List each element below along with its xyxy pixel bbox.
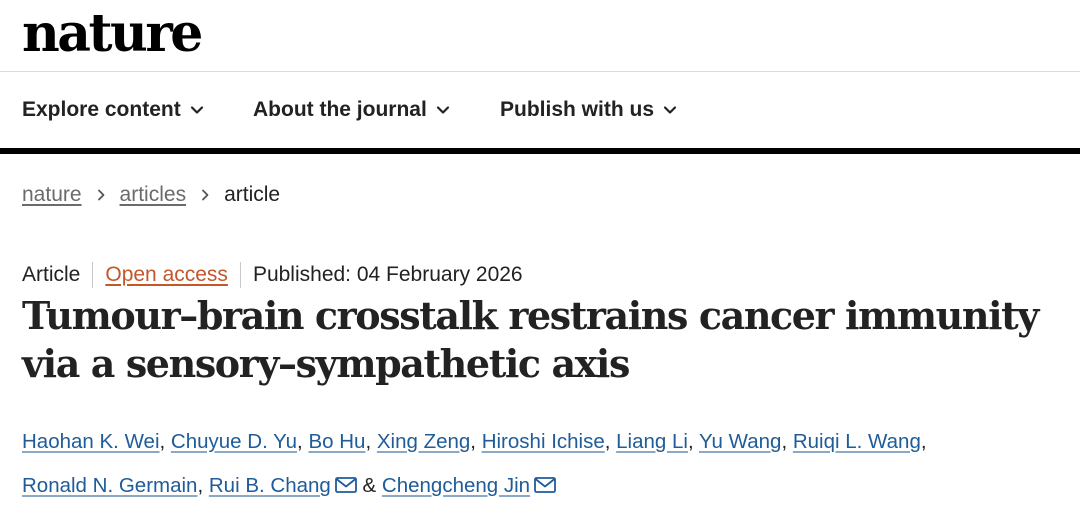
nav-item-label: About the journal [253, 98, 427, 121]
author-link[interactable]: Chuyue D. Yu [171, 430, 297, 453]
author-separator: , [687, 430, 694, 453]
author-separator: , [920, 430, 927, 453]
author-link[interactable]: Chengcheng Jin [382, 474, 530, 497]
chevron-right-icon [202, 189, 209, 201]
author-link[interactable]: Ruiqi L. Wang [793, 430, 921, 453]
chevron-down-icon [436, 106, 449, 114]
author-link[interactable]: Liang Li [616, 430, 688, 453]
author-link[interactable]: Bo Hu [308, 430, 365, 453]
chevron-down-icon [663, 106, 677, 114]
mail-icon[interactable] [534, 477, 556, 493]
author-separator: , [781, 430, 788, 453]
nav-item-label: Explore content [22, 98, 181, 121]
breadcrumb-link-articles[interactable]: articles [120, 183, 187, 207]
nav-explore-content[interactable]: Explore content [22, 98, 204, 122]
nav-divider [0, 148, 1080, 154]
meta-divider [239, 262, 241, 288]
author-link[interactable]: Xing Zeng [377, 430, 470, 453]
published-date: Published: 04 February 2026 [252, 263, 523, 286]
site-header: nature [0, 0, 1080, 72]
author-separator: , [297, 430, 303, 453]
breadcrumb-link-nature[interactable]: nature [22, 183, 82, 207]
nav-item-label: Publish with us [500, 98, 655, 121]
article-type: Article [22, 263, 81, 286]
meta-divider [92, 262, 94, 288]
main-nav: Explore content About the journal Publis… [0, 72, 1080, 148]
author-link[interactable]: Haohan K. Wei [22, 430, 160, 453]
author-link[interactable]: Rui B. Chang [209, 474, 331, 497]
author-separator: , [365, 430, 372, 453]
author-link[interactable]: Yu Wang [699, 430, 781, 453]
chevron-right-icon [97, 189, 104, 201]
nature-logo[interactable]: nature [22, 2, 203, 66]
article-title: Tumour–brain crosstalk restrains cancer … [22, 293, 1039, 386]
author-link[interactable]: Ronald N. Germain [22, 474, 197, 497]
author-separator: , [470, 430, 476, 453]
author-separator: , [159, 430, 166, 453]
breadcrumb: nature articles article [22, 183, 280, 207]
author-list: Haohan K. Wei, Chuyue D. Yu, Bo Hu, Xing… [22, 420, 1062, 508]
breadcrumb-current: article [224, 183, 281, 206]
author-and: & [362, 474, 377, 497]
author-separator: , [604, 430, 611, 453]
chevron-down-icon [190, 106, 203, 114]
nav-publish-with-us[interactable]: Publish with us [500, 98, 677, 122]
author-separator: , [197, 474, 204, 497]
article-meta: Article Open access Published: 04 Februa… [22, 262, 523, 288]
nav-about-the-journal[interactable]: About the journal [253, 98, 450, 122]
open-access-link[interactable]: Open access [105, 263, 228, 287]
mail-icon[interactable] [334, 477, 357, 493]
author-link[interactable]: Hiroshi Ichise [482, 430, 605, 453]
